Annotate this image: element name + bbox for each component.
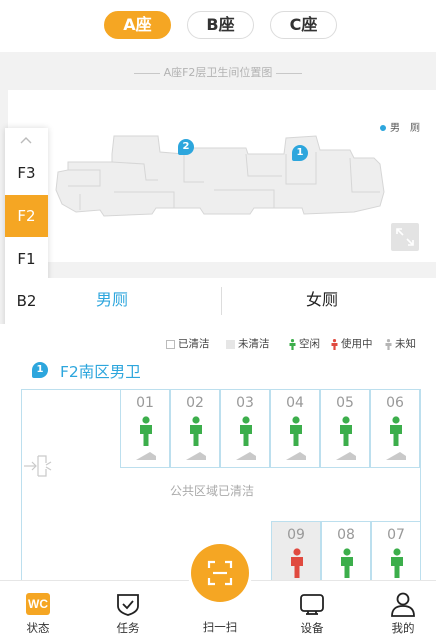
floor-item-f2[interactable]: F2 <box>5 195 48 237</box>
scan-button[interactable] <box>191 544 249 602</box>
area-pin-icon: 1 <box>32 362 48 378</box>
in-use-person-icon <box>331 338 338 350</box>
floorplan-drawing <box>55 135 385 217</box>
wet-floor-icon <box>236 452 256 460</box>
nav-status[interactable]: WC 状态 <box>8 581 68 643</box>
shield-check-icon <box>117 594 139 616</box>
free-person-icon <box>290 416 302 446</box>
wet-floor-icon <box>386 452 406 460</box>
legend-cleaned: 已清洁 <box>166 336 210 351</box>
user-icon <box>391 592 415 617</box>
tab-divider <box>221 287 222 315</box>
nav-devices[interactable]: 设备 <box>282 581 342 643</box>
free-person-icon <box>340 416 352 446</box>
chevron-up-icon[interactable] <box>19 136 33 146</box>
tab-male[interactable]: 男厕 <box>58 278 166 324</box>
nav-tasks[interactable]: 任务 <box>98 581 158 643</box>
building-tab-b[interactable]: B座 <box>187 11 254 39</box>
map-pin-2[interactable]: 2 <box>178 139 194 155</box>
free-person-icon <box>341 548 353 578</box>
wet-floor-icon <box>136 452 156 460</box>
legend-free: 空闲 <box>289 336 320 351</box>
expand-icon <box>396 228 414 246</box>
legend-not-cleaned: 未清洁 <box>226 336 270 351</box>
tab-female[interactable]: 女厕 <box>268 278 376 324</box>
map-title-text: A座F2层卫生间位置图 <box>163 66 273 79</box>
stall-01[interactable]: 01 <box>120 389 170 468</box>
building-selector: A座 B座 C座 <box>0 0 436 52</box>
cleaned-swatch-icon <box>166 339 175 349</box>
gender-tabs: 男厕 女厕 <box>48 278 436 324</box>
scan-label: 扫一扫 <box>202 620 238 634</box>
nav-me[interactable]: 我的 <box>373 581 433 643</box>
floor-item-b2[interactable]: B2 <box>5 280 48 322</box>
entrance-icon <box>24 455 52 477</box>
stall-02[interactable]: 02 <box>170 389 220 468</box>
map-title: A座F2层卫生间位置图 <box>0 64 436 80</box>
stall-06[interactable]: 06 <box>370 389 420 468</box>
free-person-icon <box>289 338 296 350</box>
device-icon <box>300 594 324 615</box>
in-use-person-icon <box>291 548 303 578</box>
wet-floor-icon <box>186 452 206 460</box>
area-title: F2南区男卫 <box>60 363 141 381</box>
stall-04[interactable]: 04 <box>270 389 320 468</box>
wet-floor-icon <box>286 452 306 460</box>
free-person-icon <box>190 416 202 446</box>
stall-03[interactable]: 03 <box>220 389 270 468</box>
unknown-person-icon <box>385 338 392 350</box>
floor-item-f3[interactable]: F3 <box>5 152 48 194</box>
wet-floor-icon <box>336 452 356 460</box>
scan-icon <box>207 560 233 586</box>
free-person-icon <box>391 548 403 578</box>
public-area-status: 公共区域已清洁 <box>170 484 255 498</box>
expand-map-button[interactable] <box>391 223 419 251</box>
legend-in-use: 使用中 <box>331 336 373 351</box>
free-person-icon <box>140 416 152 446</box>
building-tab-a[interactable]: A座 <box>104 11 171 39</box>
floor-selector: F3 F2 F1 B2 <box>5 128 48 346</box>
free-person-icon <box>390 416 402 446</box>
building-tab-c[interactable]: C座 <box>270 11 337 39</box>
wc-status-icon: WC <box>26 593 50 615</box>
map-pin-1[interactable]: 1 <box>292 145 308 161</box>
not-cleaned-swatch-icon <box>226 339 235 349</box>
legend-unknown: 未知 <box>385 336 416 351</box>
free-person-icon <box>240 416 252 446</box>
stall-05[interactable]: 05 <box>320 389 370 468</box>
floor-item-f1[interactable]: F1 <box>5 238 48 280</box>
male-dot-icon <box>380 125 386 131</box>
